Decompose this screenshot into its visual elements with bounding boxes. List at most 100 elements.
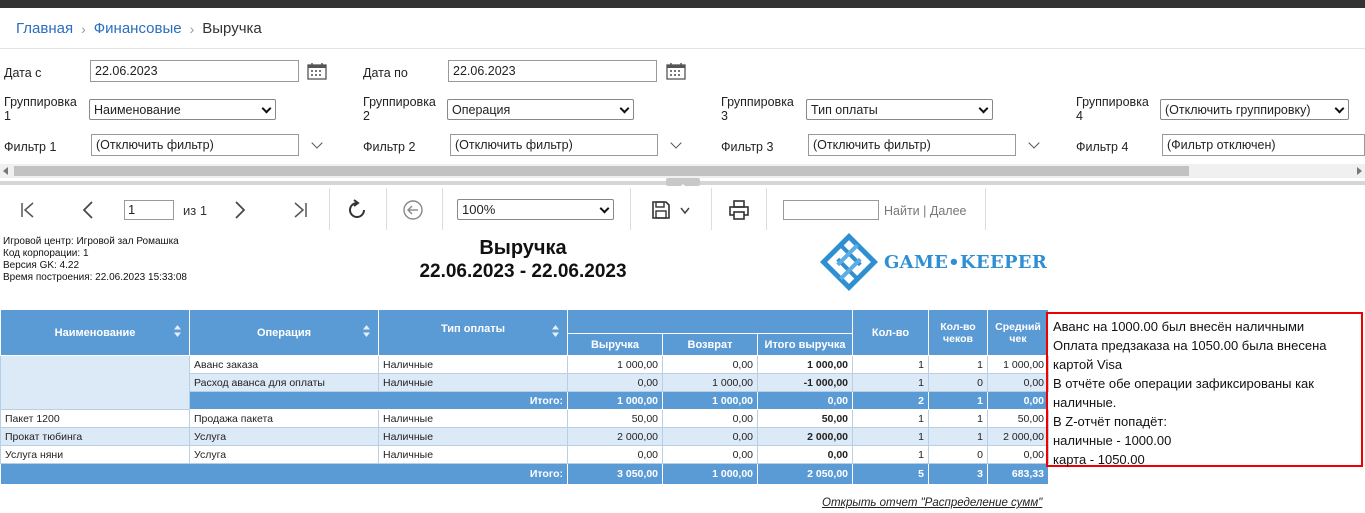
next-page-icon[interactable] [232,200,248,220]
row-qty-cell: 1 [852,445,929,464]
row-qty-cell: 1 [852,409,929,428]
row-op-cell: Услуга [189,445,379,464]
filter-panel: Дата с 22.06.2023 Дата по 22.06.2023 Гру… [0,48,1365,164]
page-count: из 1 [183,203,208,218]
sort-icon[interactable] [363,325,370,337]
subtotal-qty: 2 [852,391,929,410]
find-button[interactable]: Найти [884,204,920,218]
top-bar [0,0,1365,8]
col-operation-header[interactable]: Операция [189,309,379,356]
calendar-icon[interactable] [307,62,327,80]
date-from-label: Дата с [4,66,42,80]
row-ret-cell: 0,00 [662,355,758,374]
print-icon[interactable] [728,199,750,221]
table-row: Пакет 1200 Продажа пакета Наличные 50,00… [0,409,1049,428]
col-payment-header[interactable]: Тип оплаты [378,309,568,356]
scroll-right-icon[interactable] [1357,167,1362,175]
back-icon[interactable] [402,199,424,221]
chevron-down-icon [619,103,630,114]
revenue-table: Наименование Операция Тип оплаты Кол-во … [0,309,1049,485]
filter3-label: Фильтр 3 [721,140,774,154]
sort-icon[interactable] [174,325,181,337]
chevron-down-icon [261,103,272,114]
toolbar-divider [442,188,443,230]
breadcrumb-home[interactable]: Главная [16,20,73,37]
row-chk-cell: 1 [928,409,988,428]
info-build-time: Время построения: 22.06.2023 15:33:08 [3,272,187,283]
zoom-select[interactable]: 100% [457,199,614,220]
filter2-input[interactable]: (Отключить фильтр) [450,134,658,156]
row-avg-cell: 0,00 [987,445,1049,464]
grand-total-row: Итого: 3 050,00 1 000,00 2 050,00 5 3 68… [0,463,1049,485]
logo-text: GAME•KEEPER [884,252,1048,273]
row-chk-cell: 1 [928,427,988,446]
group4-label: Группировка 4 [1076,95,1149,123]
total-chk: 3 [928,463,988,485]
col-checks-header: Кол-во чеков [928,309,988,356]
save-icon[interactable] [651,200,671,220]
total-rev: 3 050,00 [567,463,663,485]
row-op-cell: Услуга [189,427,379,446]
toolbar-divider [766,188,767,230]
total-tot: 2 050,00 [757,463,853,485]
find-next-button[interactable]: Далее [930,204,967,218]
gamekeeper-logo: GAME•KEEPER [819,232,1049,292]
subtotal-avg: 0,00 [987,391,1049,410]
horizontal-scrollbar[interactable] [0,164,1365,178]
group2-select[interactable]: Операция [447,99,634,120]
row-rev-cell: 0,00 [567,373,663,392]
chevron-down-icon[interactable] [670,137,682,149]
row-avg-cell: 50,00 [987,409,1049,428]
last-page-icon[interactable] [291,201,309,219]
open-distribution-report-link[interactable]: Открыть отчет "Распределение сумм" [822,497,1042,509]
row-rev-cell: 2 000,00 [567,427,663,446]
table-row: Услуга няни Услуга Наличные 0,00 0,00 0,… [0,445,1049,464]
prev-page-icon[interactable] [80,200,96,220]
group4-value: (Отключить группировку) [1165,103,1311,117]
total-qty: 5 [852,463,929,485]
filter1-input[interactable]: (Отключить фильтр) [91,134,299,156]
sort-icon[interactable] [552,325,559,337]
info-version: Версия GK: 4.22 [3,260,80,271]
date-from-input[interactable]: 22.06.2023 [90,60,299,82]
col-total-revenue-header: Итого выручка [757,333,853,356]
report-title-text: Выручка [479,237,567,259]
breadcrumb-finance[interactable]: Финансовые [94,20,182,37]
scrollbar-thumb[interactable] [14,166,1189,176]
calendar-icon[interactable] [666,62,686,80]
row-ret-cell: 0,00 [662,445,758,464]
group4-select[interactable]: (Отключить группировку) [1160,99,1349,120]
chevron-down-icon[interactable] [1028,137,1040,149]
group3-select[interactable]: Тип оплаты [806,99,993,120]
logo-mark-icon [820,233,878,291]
row-ret-cell: 0,00 [662,427,758,446]
group1-select[interactable]: Наименование [89,99,276,120]
panel-splitter[interactable] [0,178,1365,190]
filter3-input[interactable]: (Отключить фильтр) [808,134,1016,156]
group1-value: Наименование [94,103,181,117]
find-input[interactable] [783,200,879,220]
refresh-icon[interactable] [345,198,369,222]
row-name-cell: Услуга няни [0,445,190,464]
filter4-input[interactable]: (Фильтр отключен) [1162,134,1365,156]
row-name-cell: Прокат тюбинга [0,427,190,446]
col-name-header[interactable]: Наименование [0,309,190,356]
row-chk-cell: 0 [928,445,988,464]
date-to-input[interactable]: 22.06.2023 [448,60,657,82]
report-period: 22.06.2023 - 22.06.2023 [419,261,627,282]
chevron-down-icon[interactable] [679,206,691,216]
collapse-handle[interactable] [666,178,700,190]
scroll-left-icon[interactable] [3,167,8,175]
col-refund-header: Возврат [662,333,758,356]
page-number-input[interactable]: 1 [124,200,174,220]
row-chk-cell: 1 [928,355,988,374]
row-qty-cell: 1 [852,373,929,392]
info-club: Игровой центр: Игровой зал Ромашка [3,236,179,247]
row-name-cell: Пакет 1200 [0,409,190,428]
row-rev-cell: 50,00 [567,409,663,428]
chevron-down-icon[interactable] [311,137,323,149]
report-title: Выручка 22.06.2023 - 22.06.2023 [400,236,646,284]
first-page-icon[interactable] [19,201,37,219]
filter2-label: Фильтр 2 [363,140,416,154]
row-pay-cell: Наличные [378,355,568,374]
